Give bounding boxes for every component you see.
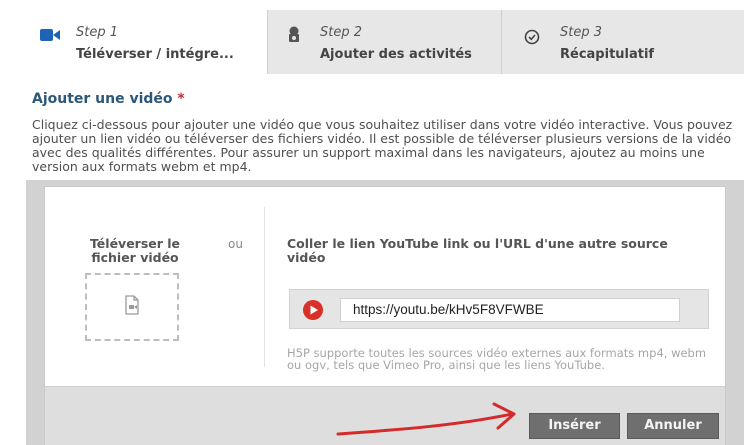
url-input-row: https://youtu.be/kHv5F8VFWBE <box>289 289 709 329</box>
section-description: Cliquez ci-dessous pour ajouter une vidé… <box>32 117 733 174</box>
cancel-button[interactable]: Annuler <box>627 413 719 439</box>
column-divider <box>264 207 265 367</box>
insert-button[interactable]: Insérer <box>529 413 620 439</box>
step-1-number: Step 1 <box>76 25 119 40</box>
video-camera-icon <box>40 29 60 41</box>
step-2-label: Ajouter des activités <box>320 47 472 62</box>
tab-step-3[interactable]: Step 3 Récapitulatif <box>502 10 744 74</box>
required-asterisk: * <box>177 91 185 107</box>
paste-link-title: Coller le lien YouTube link ou l'URL d'u… <box>287 236 668 265</box>
annotation-arrow <box>336 402 516 436</box>
url-hint-text: H5P supporte toutes les sources vidéo ex… <box>287 346 707 372</box>
step-2-number: Step 2 <box>320 25 363 40</box>
tab-step-2[interactable]: Step 2 Ajouter des activités <box>268 10 502 74</box>
upload-title: Téléverser le fichier vidéo <box>89 236 181 265</box>
file-video-icon <box>125 295 139 315</box>
tab-step-1[interactable]: Step 1 Téléverser / intégre... <box>26 10 268 74</box>
step-3-label: Récapitulatif <box>560 47 655 62</box>
step-1-label: Téléverser / intégre... <box>76 47 234 62</box>
section-title: Ajouter une vidéo * <box>32 91 185 107</box>
editor-frame: Step 1 Téléverser / intégre... Step 2 Aj… <box>26 10 752 445</box>
check-circle-icon <box>524 29 540 45</box>
step-tabs: Step 1 Téléverser / intégre... Step 2 Aj… <box>26 10 744 74</box>
video-url-input[interactable]: https://youtu.be/kHv5F8VFWBE <box>340 298 680 322</box>
video-upload-dropzone[interactable] <box>85 273 179 341</box>
step-3-number: Step 3 <box>560 25 603 40</box>
puzzle-icon <box>289 26 299 42</box>
section-title-text: Ajouter une vidéo <box>32 91 173 107</box>
or-label: ou <box>228 237 243 251</box>
youtube-play-icon <box>303 300 323 320</box>
